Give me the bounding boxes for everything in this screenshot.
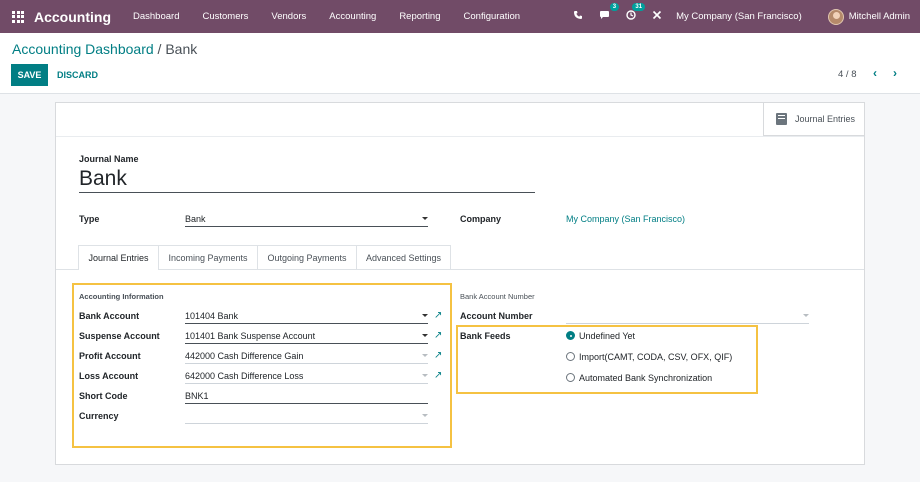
breadcrumb-current: Bank [165,41,198,57]
type-value: Bank [185,214,206,224]
bank-account-label: Bank Account [79,311,140,321]
bank-feeds-option-online-sync[interactable]: Automated Bank Synchronization [579,373,712,383]
suspense-account-select[interactable]: 101401 Bank Suspense Account [185,331,428,344]
menu-item-customers[interactable]: Customers [202,11,248,22]
top-navbar: Accounting Dashboard Customers Vendors A… [0,0,920,33]
activities-icon[interactable]: 31 [626,3,646,23]
suspense-account-label: Suspense Account [79,331,160,341]
pager-value[interactable]: 4 / 8 [838,69,857,80]
accounting-info-title: Accounting Information [79,292,164,301]
external-link-icon[interactable]: ↗ [434,330,442,341]
smart-button-label: Journal Entries [795,114,856,124]
type-select[interactable]: Bank [185,214,428,227]
tab-incoming-payments[interactable]: Incoming Payments [158,245,258,269]
company-label: Company [460,214,502,224]
debug-tools-icon[interactable] [652,10,662,23]
apps-menu-icon[interactable] [12,10,24,23]
bank-feeds-radio-online-sync[interactable] [566,373,575,382]
menu-item-configuration[interactable]: Configuration [464,11,521,22]
external-link-icon[interactable]: ↗ [434,310,442,321]
chevron-down-icon [422,354,428,357]
breadcrumb-separator: / [157,41,162,57]
tab-advanced-settings[interactable]: Advanced Settings [356,245,451,269]
company-switcher[interactable]: My Company (San Francisco) [676,11,802,22]
phone-icon[interactable] [573,10,583,23]
chevron-down-icon [422,374,428,377]
bank-feeds-radio-import[interactable] [566,352,575,361]
bank-feeds-option-import[interactable]: Import(CAMT, CODA, CSV, OFX, QIF) [579,352,732,362]
user-avatar[interactable] [827,8,844,25]
discard-button[interactable]: DISCARD [57,64,98,86]
journal-entries-smart-button[interactable]: Journal Entries [763,103,864,136]
tab-journal-entries[interactable]: Journal Entries [78,245,159,270]
external-link-icon[interactable]: ↗ [434,370,442,381]
book-icon [776,113,787,125]
short-code-input[interactable]: BNK1 [185,391,428,404]
chevron-down-icon [422,414,428,417]
messages-icon[interactable]: 3 [599,3,620,23]
user-menu[interactable]: Mitchell Admin [849,11,910,22]
chevron-down-icon [422,334,428,337]
chevron-down-icon [422,314,428,317]
sheet-divider [56,136,864,137]
chevron-down-icon [803,314,809,317]
loss-account-value: 642000 Cash Difference Loss [185,371,304,381]
menu-item-accounting[interactable]: Accounting [329,11,376,22]
bank-feeds-radio-undefined[interactable] [566,331,575,340]
tabs-baseline [56,269,864,270]
navbar-systray: 3 31 My Company (San Francisco) Mitchell… [573,0,920,33]
profit-account-value: 442000 Cash Difference Gain [185,351,304,361]
breadcrumb-parent[interactable]: Accounting Dashboard [12,41,154,57]
profit-account-label: Profit Account [79,351,141,361]
account-number-label: Account Number [460,311,533,321]
chevron-down-icon [422,217,428,220]
external-link-icon[interactable]: ↗ [434,350,442,361]
messages-badge: 3 [609,3,620,11]
menu-item-reporting[interactable]: Reporting [399,11,440,22]
menu-item-vendors[interactable]: Vendors [271,11,306,22]
journal-name-label: Journal Name [79,154,139,164]
loss-account-select[interactable]: 642000 Cash Difference Loss [185,371,428,384]
type-label: Type [79,214,100,224]
account-number-select[interactable] [566,311,809,324]
bank-feeds-label: Bank Feeds [460,331,511,341]
pager-previous-button[interactable]: ‹ [873,66,877,80]
journal-name-input[interactable]: Bank [79,166,535,193]
company-link[interactable]: My Company (San Francisco) [566,214,685,224]
loss-account-label: Loss Account [79,371,139,381]
breadcrumb: Accounting Dashboard / Bank [12,41,197,57]
currency-select[interactable] [185,411,428,424]
app-name[interactable]: Accounting [34,9,111,25]
menu-item-dashboard[interactable]: Dashboard [133,11,179,22]
tab-outgoing-payments[interactable]: Outgoing Payments [257,245,357,269]
bank-account-number-title: Bank Account Number [460,292,535,301]
pager-next-button[interactable]: › [893,66,897,80]
currency-label: Currency [79,411,119,421]
save-button[interactable]: SAVE [11,64,48,86]
short-code-label: Short Code [79,391,128,401]
suspense-account-value: 101401 Bank Suspense Account [185,331,316,341]
bank-account-select[interactable]: 101404 Bank [185,311,428,324]
main-menu: Dashboard Customers Vendors Accounting R… [133,11,543,22]
profit-account-select[interactable]: 442000 Cash Difference Gain [185,351,428,364]
activities-badge: 31 [632,3,646,11]
bank-account-value: 101404 Bank [185,311,239,321]
bank-feeds-option-undefined[interactable]: Undefined Yet [579,331,635,341]
